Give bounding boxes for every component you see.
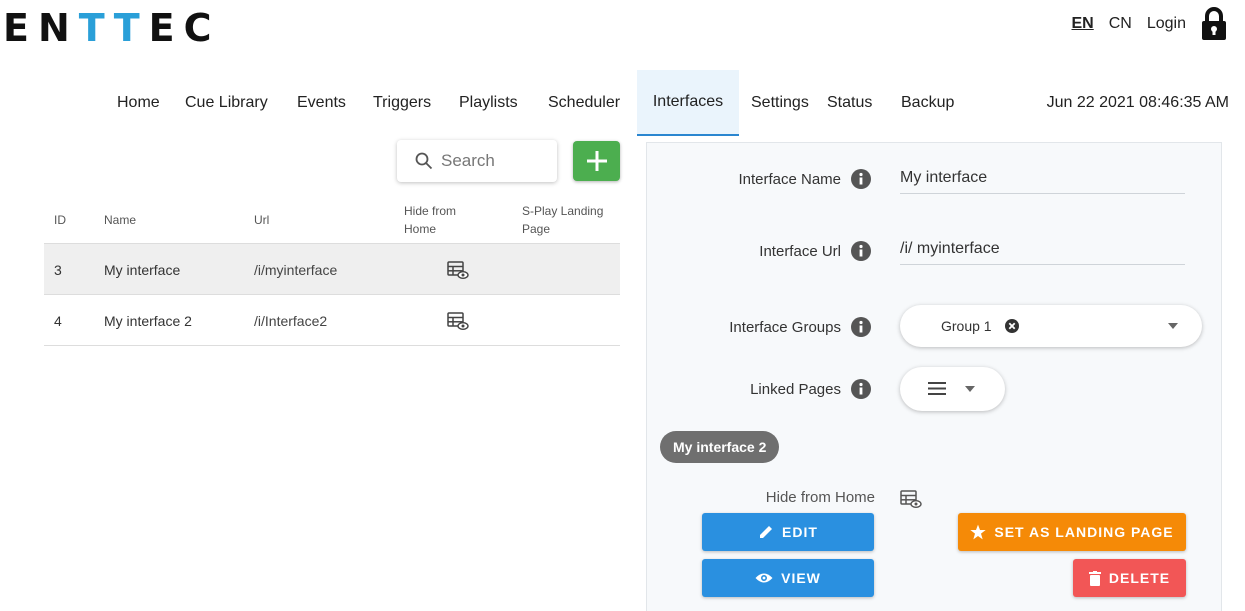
chevron-down-icon[interactable]	[965, 386, 975, 392]
table-eye-icon	[447, 244, 469, 295]
group-chip-label: Group 1	[941, 318, 992, 334]
nav-backup[interactable]: Backup	[887, 70, 968, 136]
main-nav: Home Cue Library Events Triggers Playlis…	[0, 70, 1245, 136]
label-text: Interface Groups	[729, 318, 841, 336]
info-icon[interactable]	[851, 169, 871, 189]
table-row[interactable]: 3 My interface /i/myinterface	[44, 244, 620, 295]
lang-cn-link[interactable]: CN	[1109, 15, 1132, 33]
url-prefix: /i/	[900, 240, 913, 257]
close-circle-icon[interactable]	[1005, 319, 1019, 333]
interface-url-field[interactable]: /i/ myinterface	[900, 240, 1185, 265]
hide-from-home-label: Hide from Home	[765, 489, 875, 506]
header-name: Name	[104, 213, 137, 227]
interface-groups-select[interactable]: Group 1	[900, 305, 1202, 347]
interface-name-field[interactable]: My interface	[900, 169, 1185, 194]
logo-letter: C	[183, 6, 221, 50]
eye-icon	[755, 573, 773, 583]
logo-letter: T	[78, 6, 114, 50]
search-icon	[415, 152, 433, 170]
logo-letter: T	[113, 6, 149, 50]
info-icon[interactable]	[851, 379, 871, 399]
linked-pages-select[interactable]	[900, 367, 1005, 411]
interfaces-table: ID Name Url Hide from Home S-Play Landin…	[44, 196, 620, 346]
delete-button[interactable]: DELETE	[1073, 559, 1186, 597]
login-link[interactable]: Login	[1147, 15, 1186, 33]
interface-name-label: Interface Name	[738, 169, 871, 189]
star-icon	[970, 524, 987, 540]
nav-playlists[interactable]: Playlists	[445, 70, 532, 136]
nav-triggers[interactable]: Triggers	[359, 70, 445, 136]
nav-home[interactable]: Home	[103, 70, 174, 136]
set-landing-label: SET AS LANDING PAGE	[994, 524, 1174, 540]
label-text: Linked Pages	[750, 380, 841, 398]
url-slug: Interface2	[264, 312, 328, 329]
nav-events[interactable]: Events	[283, 70, 360, 136]
linked-pages-label: Linked Pages	[750, 379, 871, 399]
search-input[interactable]	[441, 151, 551, 171]
hide-from-home-icon[interactable]	[900, 489, 922, 513]
nav-interfaces[interactable]: Interfaces	[637, 70, 739, 136]
label-text: Interface Url	[759, 242, 841, 260]
pencil-icon	[760, 526, 773, 538]
lang-en-link[interactable]: EN	[1072, 15, 1094, 33]
row-id: 3	[54, 261, 62, 278]
nav-cue-library[interactable]: Cue Library	[171, 70, 282, 136]
nav-status[interactable]: Status	[813, 70, 886, 136]
nav-scheduler[interactable]: Scheduler	[534, 70, 634, 136]
lock-icon[interactable]	[1201, 7, 1227, 41]
table-row[interactable]: 4 My interface 2 /i/Interface2	[44, 295, 620, 346]
header-hide-from-home: Hide from Home	[404, 204, 457, 236]
delete-button-label: DELETE	[1108, 570, 1171, 586]
add-interface-button[interactable]	[573, 141, 620, 181]
row-name: My interface	[104, 261, 181, 278]
interface-url-label: Interface Url	[759, 241, 871, 261]
set-landing-page-button[interactable]: SET AS LANDING PAGE	[958, 513, 1186, 551]
datetime-display: Jun 22 2021 08:46:35 AM	[1046, 94, 1229, 111]
row-name: My interface 2	[104, 312, 192, 329]
logo-letter: E	[148, 6, 184, 50]
edit-button[interactable]: EDIT	[702, 513, 874, 551]
info-icon[interactable]	[851, 317, 871, 337]
view-button-label: VIEW	[781, 570, 821, 586]
search-box[interactable]	[397, 140, 557, 182]
edit-button-label: EDIT	[782, 524, 818, 540]
linked-page-chip[interactable]: My interface 2	[660, 431, 780, 463]
header-actions: EN CN Login	[1072, 6, 1228, 42]
interface-detail-panel: Interface Name My interface Interface Ur…	[646, 142, 1222, 611]
header-url: Url	[254, 213, 270, 227]
row-url: /i/myinterface	[254, 244, 337, 295]
row-url: /i/Interface2	[254, 295, 327, 346]
nav-settings[interactable]: Settings	[737, 70, 823, 136]
header-id: ID	[54, 213, 66, 227]
url-slug: myinterface	[264, 261, 338, 278]
info-icon[interactable]	[851, 241, 871, 261]
enttec-logo: E N T T E C	[3, 6, 220, 50]
trash-icon	[1088, 570, 1101, 586]
interface-groups-label: Interface Groups	[729, 317, 871, 337]
url-value: myinterface	[916, 240, 1000, 257]
header-landing-page: S-Play Landing Page	[522, 204, 604, 236]
url-prefix: /i/	[254, 261, 265, 278]
table-header: ID Name Url Hide from Home S-Play Landin…	[44, 196, 620, 244]
menu-icon	[928, 382, 946, 395]
logo-letter: E	[3, 6, 38, 50]
row-id: 4	[54, 312, 62, 329]
url-prefix: /i/	[254, 312, 265, 329]
chevron-down-icon[interactable]	[1168, 323, 1178, 329]
plus-icon	[586, 151, 607, 171]
view-button[interactable]: VIEW	[702, 559, 874, 597]
table-eye-icon	[447, 295, 469, 346]
label-text: Interface Name	[738, 170, 841, 188]
logo-letter: N	[37, 6, 79, 50]
